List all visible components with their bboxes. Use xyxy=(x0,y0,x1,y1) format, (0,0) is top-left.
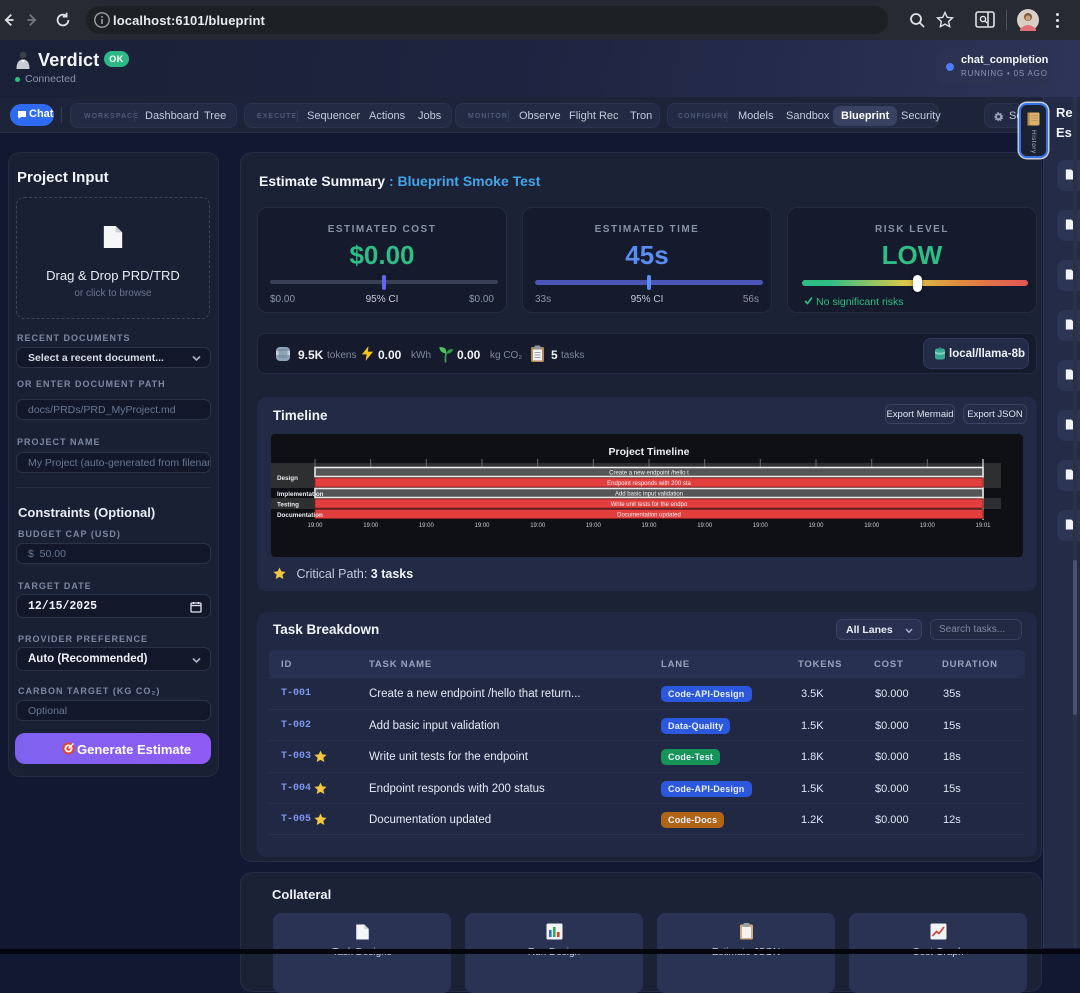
svg-text:Implementation: Implementation xyxy=(277,491,324,498)
svg-text:Documentation updated: Documentation updated xyxy=(617,513,681,519)
svg-text:19:00: 19:00 xyxy=(363,523,379,529)
svg-text:19:00: 19:00 xyxy=(586,523,602,529)
svg-text:Design: Design xyxy=(277,475,298,482)
svg-text:19:01: 19:01 xyxy=(975,523,991,529)
svg-text:19:00: 19:00 xyxy=(753,523,769,529)
svg-text:19:00: 19:00 xyxy=(808,523,824,529)
svg-text:Add basic input validation: Add basic input validation xyxy=(615,492,683,498)
svg-text:Endpoint responds with 200 sta: Endpoint responds with 200 sta xyxy=(607,481,691,487)
svg-text:19:00: 19:00 xyxy=(641,523,657,529)
svg-text:19:00: 19:00 xyxy=(697,523,713,529)
svg-text:19:00: 19:00 xyxy=(307,523,323,529)
svg-text:19:00: 19:00 xyxy=(419,523,435,529)
svg-text:19:00: 19:00 xyxy=(474,523,490,529)
svg-text:19:00: 19:00 xyxy=(920,523,936,529)
svg-text:Write unit tests for the endpo: Write unit tests for the endpo xyxy=(611,502,688,508)
svg-text:Documentation: Documentation xyxy=(277,512,323,519)
svg-text:Project Timeline: Project Timeline xyxy=(609,446,690,458)
svg-text:Create a new endpoint /hello t: Create a new endpoint /hello t xyxy=(609,471,689,477)
svg-text:Testing: Testing xyxy=(277,502,299,509)
svg-text:19:00: 19:00 xyxy=(530,523,546,529)
svg-text:19:00: 19:00 xyxy=(864,523,880,529)
